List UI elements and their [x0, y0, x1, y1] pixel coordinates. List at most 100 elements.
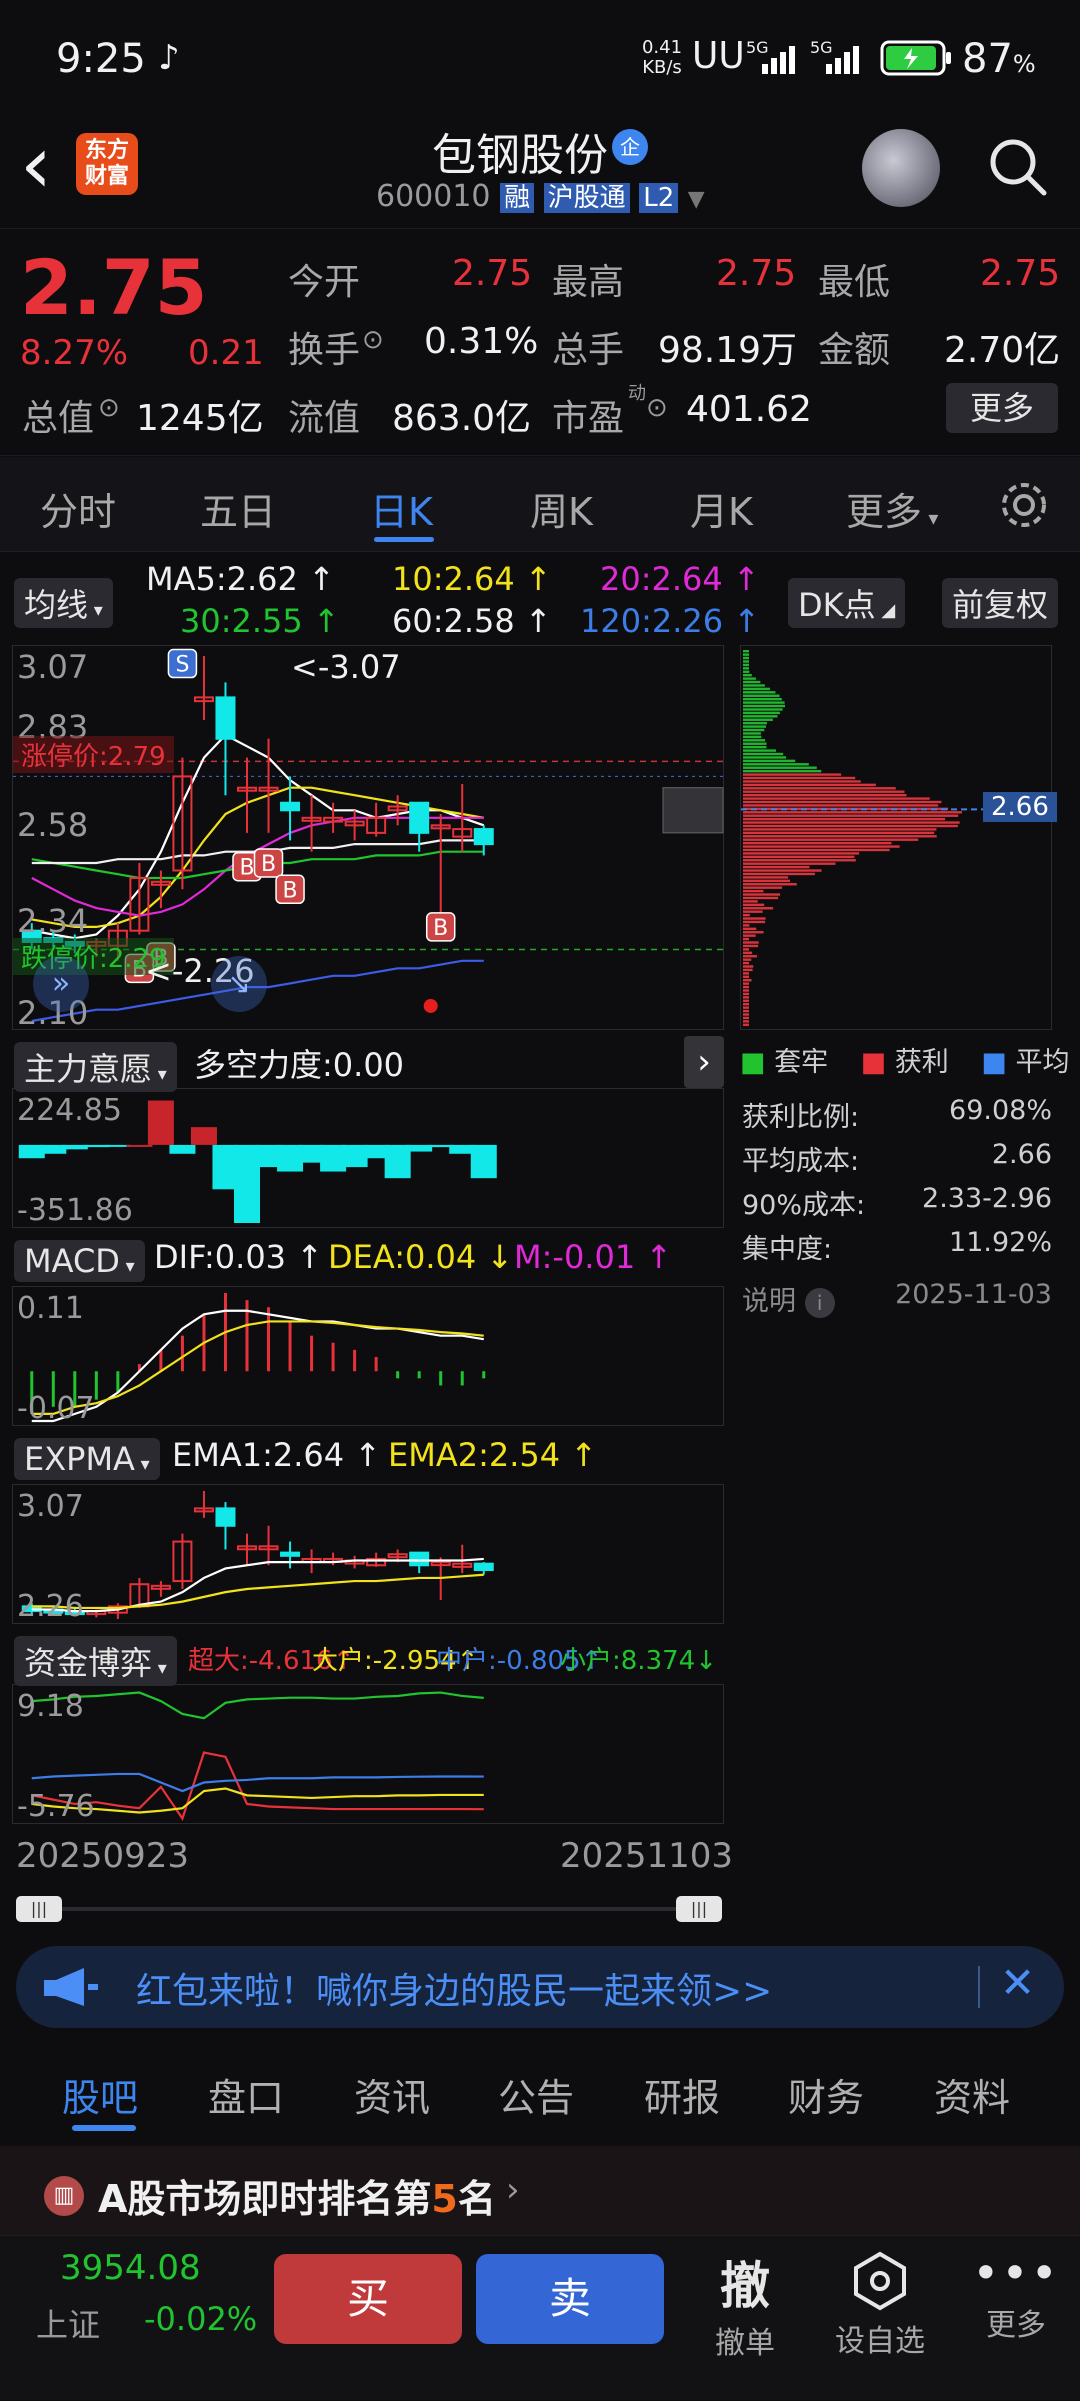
chip-bar: [743, 687, 770, 691]
expma-y-bottom: 2.26: [17, 1589, 84, 1624]
back-button[interactable]: ‹: [20, 125, 52, 205]
chip-bar: [743, 979, 752, 982]
avg-cost-tag: 2.66: [983, 792, 1057, 822]
buy-marker: B: [275, 874, 305, 905]
chip-bar: [743, 927, 757, 931]
close-icon[interactable]: ✕: [1000, 1958, 1035, 2007]
chevron-right-icon[interactable]: ›: [684, 1036, 724, 1088]
tab-intraday[interactable]: 分时: [40, 481, 116, 536]
chip-bar: [743, 948, 749, 951]
chip-bar: [743, 725, 767, 728]
tab-five-day[interactable]: 五日: [200, 481, 276, 536]
chip-bar: [743, 1013, 749, 1016]
tab-forum[interactable]: 股吧: [62, 2067, 138, 2122]
chevron-down-icon: ▼: [687, 187, 705, 212]
info-icon[interactable]: ⊙: [646, 393, 668, 423]
search-icon[interactable]: [986, 135, 1050, 199]
rank-strip[interactable]: ▥ A股市场即时排名第5名 ›: [0, 2146, 1080, 2236]
gear-icon[interactable]: [998, 479, 1050, 531]
chip-bar: [743, 828, 937, 831]
y-axis-3: 2.58: [17, 806, 89, 844]
sell-button[interactable]: 卖: [476, 2254, 664, 2344]
buy-marker: B: [425, 912, 456, 942]
future-placeholder: [662, 787, 724, 834]
candle-body: [473, 828, 494, 846]
stock-header: ‹ 东方 财富 包钢股份 企 600010 融 沪股通 L2 ▼: [0, 115, 1080, 227]
ma120-value: 120:2.26 ↑: [580, 602, 761, 640]
tab-research[interactable]: 研报: [644, 2067, 720, 2122]
chip-bar: [743, 941, 759, 944]
more-actions-button[interactable]: ••• 更多: [966, 2236, 1066, 2401]
adjust-button[interactable]: 前复权: [942, 578, 1059, 628]
app-logo: 东方 财富: [76, 133, 138, 195]
stock-code-row[interactable]: 600010 融 沪股通 L2 ▼: [376, 177, 705, 217]
tab-weekly-k[interactable]: 周K: [530, 481, 593, 536]
indicator-selector-1[interactable]: 主力意愿 ▾: [14, 1042, 177, 1092]
chip-bar: [743, 958, 752, 961]
expma-candle: [473, 1562, 494, 1572]
cancel-order-button[interactable]: 撤 撤单: [700, 2236, 790, 2401]
concentration-label: 集中度:: [742, 1234, 833, 1265]
tab-profile[interactable]: 资料: [934, 2067, 1010, 2122]
tab-announcements[interactable]: 公告: [498, 2067, 574, 2122]
chip-bar: [743, 759, 796, 763]
promo-banner[interactable]: 红包来啦！喊你身边的股民一起来领>> ✕: [16, 1946, 1064, 2028]
battery-level: 87%: [962, 36, 1036, 82]
indicator-selector-expma[interactable]: EXPMA ▾: [14, 1438, 160, 1480]
tab-finance[interactable]: 财务: [788, 2067, 864, 2122]
chip-bar: [743, 670, 750, 673]
tab-daily-k[interactable]: 日K: [370, 481, 433, 536]
chip-bar: [743, 735, 762, 739]
indicator-selector-fund[interactable]: 资金博弈 ▾: [14, 1636, 177, 1686]
pe-dynamic-mark: 动: [628, 383, 646, 404]
enterprise-badge: 企: [612, 129, 648, 165]
indicator-selector-macd[interactable]: MACD ▾: [14, 1240, 145, 1282]
chip-bar: [743, 1009, 749, 1013]
chip-distribution-panel: 2.66: [740, 645, 1057, 1030]
dk-point-button[interactable]: DK点 ◢: [788, 578, 906, 628]
chip-bar: [743, 660, 749, 663]
svg-text:B: B: [261, 852, 276, 877]
ema2-line: [31, 1573, 484, 1610]
range-slider-right-handle[interactable]: |||: [676, 1896, 722, 1922]
more-button[interactable]: 更多: [946, 383, 1058, 433]
chip-bar: [743, 879, 791, 883]
chip-bar: [743, 835, 937, 838]
net-speed: 0.41 KB/s: [641, 37, 683, 78]
explain-link[interactable]: 说明 i: [742, 1286, 835, 1318]
signal-2-icon: [826, 46, 859, 74]
add-watchlist-button[interactable]: 设自选: [820, 2236, 940, 2401]
robot-assistant-icon[interactable]: [862, 129, 940, 207]
chip-bar: [743, 694, 780, 697]
tab-orderbook[interactable]: 盘口: [208, 2067, 284, 2122]
tab-more[interactable]: 更多 ▾: [846, 481, 938, 536]
chip-bar: [743, 934, 756, 937]
chip-bar: [743, 766, 817, 769]
zoom-button[interactable]: ↘: [211, 956, 267, 1012]
chip-bar: [743, 821, 960, 824]
legend-trapped: 套牢: [774, 1047, 829, 1078]
chip-bar: [743, 862, 836, 865]
range-slider-track[interactable]: [30, 1907, 700, 1911]
ma5-value: MA5:2.62 ↑: [146, 560, 335, 598]
expand-left-button[interactable]: »: [33, 956, 89, 1012]
dea-line: [31, 1320, 484, 1415]
info-icon[interactable]: ⊙: [98, 393, 120, 423]
chip-bar: [743, 680, 761, 684]
kline-chart-panel[interactable]: SBBBBBB 3.07 2.83 涨停价:2.79 2.58 2.34 跌停价…: [12, 645, 725, 1032]
chip-bar: [743, 708, 783, 711]
chip-bar: [743, 996, 749, 999]
buy-marker: B: [253, 848, 284, 878]
chip-bar: [743, 776, 856, 780]
macd-y-bottom: -0.07: [17, 1391, 95, 1426]
chip-bar: [743, 817, 946, 821]
tab-monthly-k[interactable]: 月K: [690, 481, 753, 536]
chip-bar: [743, 989, 749, 992]
chip-bar: [743, 769, 822, 773]
buy-button[interactable]: 买: [274, 2254, 462, 2344]
ma-selector[interactable]: 均线 ▾: [14, 578, 113, 628]
info-icon[interactable]: ⊙: [362, 325, 384, 355]
range-slider-left-handle[interactable]: |||: [16, 1896, 62, 1922]
stock-name: 包钢股份: [432, 130, 608, 181]
tab-news[interactable]: 资讯: [354, 2067, 430, 2122]
